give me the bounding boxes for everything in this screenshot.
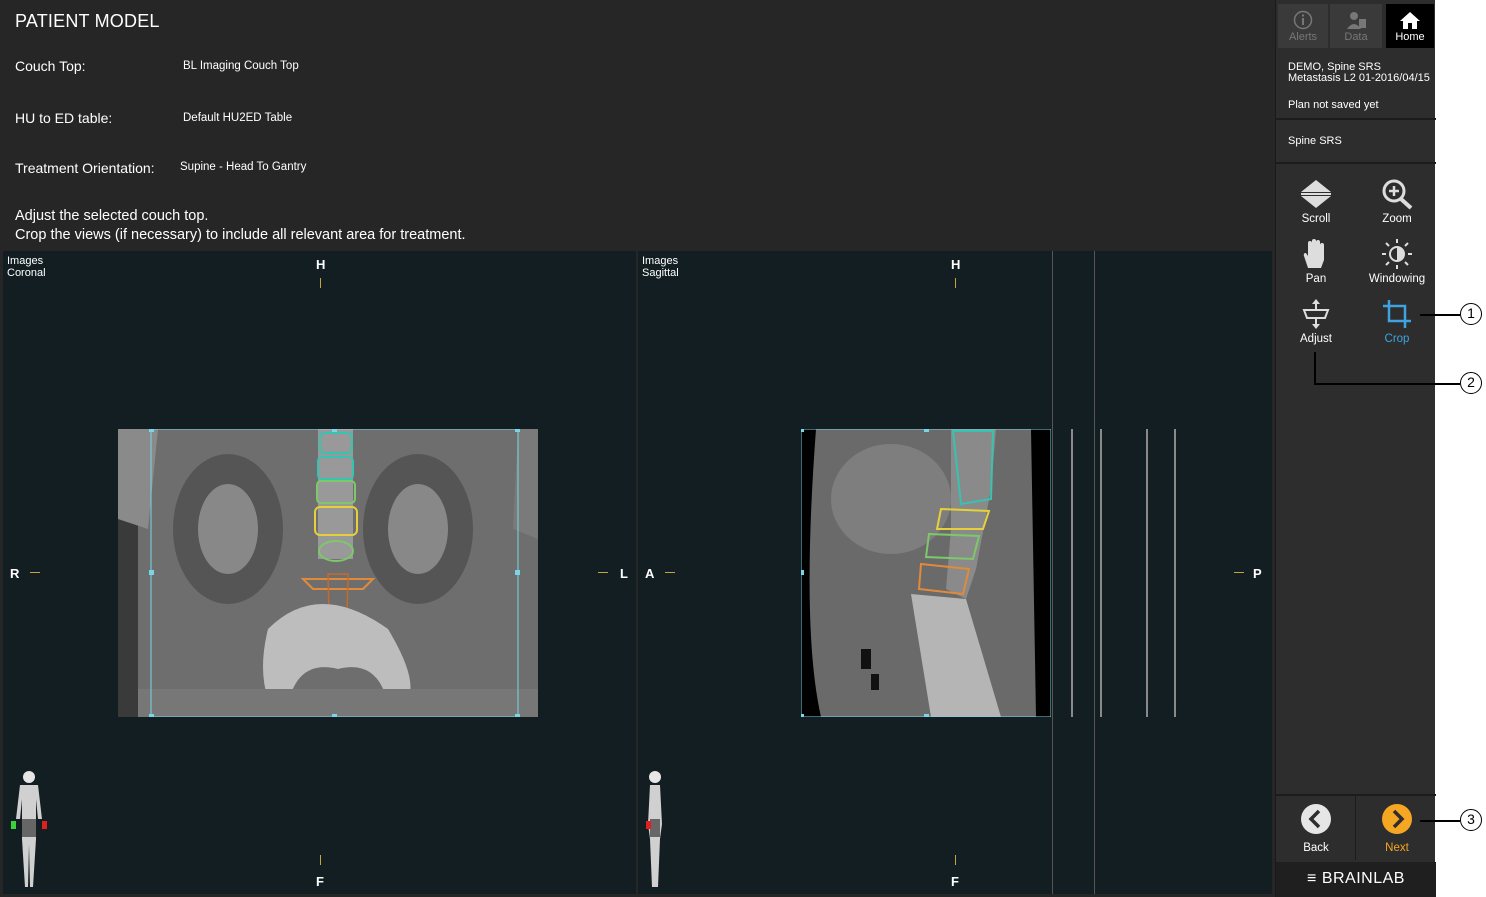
callout-3: 3 (1460, 809, 1482, 831)
divider (1355, 796, 1356, 860)
divider (1276, 118, 1436, 120)
crop-icon (1383, 300, 1411, 328)
instruction-line-2: Crop the views (if necessary) to include… (15, 227, 466, 243)
page-title: PATIENT MODEL (15, 11, 160, 31)
patient-study: Metastasis L2 01-2016/04/15 (1288, 72, 1430, 84)
pan-tool-button[interactable]: Pan (1281, 238, 1351, 285)
patient-data-icon (1347, 12, 1366, 29)
zoom-tool-button[interactable]: Zoom (1362, 178, 1432, 225)
scroll-icon (1301, 180, 1331, 208)
orientation-top-marker: H (951, 257, 961, 272)
back-button[interactable]: Back (1281, 803, 1351, 854)
zoom-tool-label: Zoom (1382, 213, 1412, 225)
sagittal-view[interactable]: Images Sagittal H F A P (638, 251, 1272, 894)
tick-mark (955, 855, 956, 865)
data-button[interactable]: Data (1330, 4, 1382, 48)
home-icon (1400, 12, 1420, 29)
callout-1: 1 (1460, 303, 1482, 325)
coronal-view-label: Images Coronal (7, 255, 46, 279)
info-icon (1293, 10, 1313, 30)
body-orientation-figure-front (11, 771, 47, 887)
callout-line (1420, 820, 1460, 822)
back-label: Back (1303, 842, 1329, 854)
pan-tool-label: Pan (1305, 273, 1327, 285)
zoom-icon (1382, 179, 1413, 210)
view-label-line-2: Sagittal (642, 267, 679, 279)
hu-table-value[interactable]: Default HU2ED Table (183, 112, 292, 124)
callout-2: 2 (1460, 372, 1482, 394)
divider (1276, 162, 1436, 164)
couch-line (1052, 251, 1053, 894)
orientation-left-marker: R (10, 566, 20, 581)
tick-mark (30, 572, 40, 573)
windowing-tool-button[interactable]: Windowing (1362, 238, 1432, 285)
tick-mark (320, 855, 321, 865)
brand-mark-icon: ≡ (1307, 870, 1317, 887)
orientation-bottom-marker: F (951, 874, 959, 889)
callout-line (1314, 383, 1460, 385)
hu-table-label: HU to ED table: (15, 110, 113, 126)
right-sidebar: Alerts Data Home DEMO, Spine SRS Metasta… (1275, 0, 1436, 897)
crop-tool-button[interactable]: Crop (1362, 298, 1432, 345)
plan-name: Spine SRS (1288, 135, 1342, 147)
tick-mark (665, 572, 675, 573)
scroll-tool-button[interactable]: Scroll (1281, 178, 1351, 225)
home-button[interactable]: Home (1386, 4, 1434, 48)
data-label: Data (1344, 31, 1368, 43)
back-arrow-icon (1301, 804, 1331, 834)
brand-name: BRAINLAB (1321, 870, 1405, 887)
windowing-tool-label: Windowing (1368, 273, 1426, 285)
sagittal-ct-image[interactable] (801, 429, 1051, 717)
orientation-right-marker: P (1253, 566, 1262, 581)
orientation-right-marker: L (620, 566, 628, 581)
callout-line (1420, 314, 1460, 316)
callout-line (1314, 352, 1316, 384)
view-label-line-1: Images (642, 255, 679, 267)
adjust-couch-icon (1302, 299, 1330, 329)
brainlab-logo: ≡ BRAINLAB (1276, 862, 1436, 897)
coronal-ct-image[interactable] (118, 429, 538, 717)
body-orientation-figure-side (646, 771, 662, 887)
crop-tool-label: Crop (1384, 333, 1410, 345)
orientation-label: Treatment Orientation: (15, 160, 155, 176)
couch-top-value[interactable]: BL Imaging Couch Top (183, 60, 299, 72)
plan-status: Plan not saved yet (1288, 99, 1379, 111)
orientation-left-marker: A (645, 566, 655, 581)
view-label-line-1: Images (7, 255, 44, 267)
scroll-tool-label: Scroll (1301, 213, 1331, 225)
view-label-line-2: Coronal (7, 267, 46, 279)
windowing-icon (1382, 239, 1412, 269)
next-arrow-icon (1382, 804, 1412, 834)
pan-hand-icon (1303, 239, 1324, 268)
instruction-line-1: Adjust the selected couch top. (15, 208, 209, 224)
coronal-view[interactable]: Images Coronal H F R L (3, 251, 636, 894)
divider (1276, 794, 1436, 796)
home-label: Home (1395, 31, 1425, 43)
tick-mark (598, 572, 608, 573)
alerts-button[interactable]: Alerts (1278, 4, 1328, 48)
couch-top-label: Couch Top: (15, 58, 86, 74)
tick-mark (955, 278, 956, 288)
adjust-tool-button[interactable]: Adjust (1281, 298, 1351, 345)
sagittal-view-label: Images Sagittal (642, 255, 679, 279)
patient-model-screen: PATIENT MODEL Couch Top: BL Imaging Couc… (0, 0, 1275, 897)
orientation-top-marker: H (316, 257, 326, 272)
orientation-value[interactable]: Supine - Head To Gantry (180, 161, 306, 173)
adjust-tool-label: Adjust (1300, 333, 1332, 345)
next-label: Next (1385, 842, 1409, 854)
tick-mark (320, 278, 321, 288)
couch-profile-lines (1071, 429, 1176, 717)
tick-mark (1234, 572, 1244, 573)
orientation-bottom-marker: F (316, 874, 324, 889)
next-button[interactable]: Next (1362, 803, 1432, 854)
alerts-label: Alerts (1288, 31, 1318, 43)
